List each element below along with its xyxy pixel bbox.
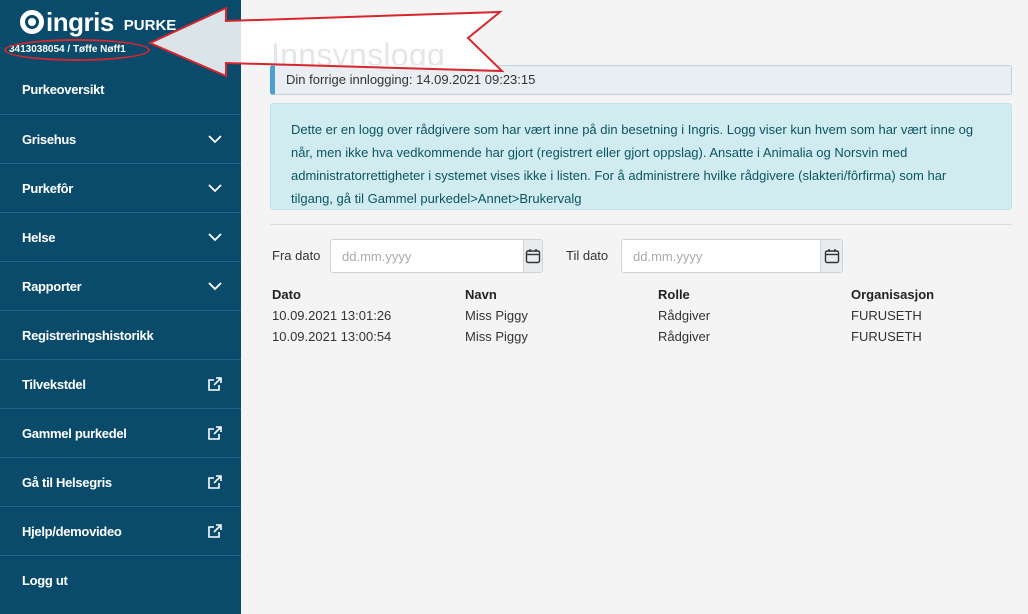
ingris-logo-icon — [20, 10, 44, 34]
last-login-alert: Din forrige innlogging: 14.09.2021 09:23… — [270, 65, 1012, 95]
annotation-ellipse — [4, 39, 150, 61]
sidebar-item-label: Tilvekstdel — [22, 376, 86, 392]
sidebar-item-logg-ut[interactable]: Logg ut — [0, 555, 241, 604]
table-cell: FURUSETH — [851, 329, 922, 344]
info-alert: Dette er en logg over rådgivere som har … — [270, 103, 1012, 210]
chevron-down-icon — [208, 184, 222, 193]
table-cell: 10.09.2021 13:00:54 — [272, 329, 392, 344]
sidebar-item-gammel-purkedel[interactable]: Gammel purkedel — [0, 408, 241, 457]
sidebar-item-tilvekstdel[interactable]: Tilvekstdel — [0, 359, 241, 408]
chevron-down-icon — [208, 282, 222, 291]
sidebar-item-label: Gå til Helsegris — [22, 474, 112, 490]
column-header: Organisasjon — [851, 287, 935, 302]
table-cell: FURUSETH — [851, 308, 922, 323]
chevron-down-icon — [208, 135, 222, 144]
table-cell: Miss Piggy — [465, 308, 528, 323]
sidebar-item-label: Gammel purkedel — [22, 425, 127, 441]
to-date-input[interactable] — [622, 240, 820, 272]
table-cell: Miss Piggy — [465, 329, 528, 344]
from-date-group — [330, 239, 543, 273]
from-date-picker-button[interactable] — [523, 240, 542, 272]
sidebar-item-purkefor[interactable]: Purkefôr — [0, 163, 241, 212]
calendar-icon — [824, 249, 839, 264]
sidebar-item-label: Registreringshistorikk — [22, 327, 154, 343]
sidebar-item-label: Grisehus — [22, 131, 76, 147]
external-link-icon — [208, 426, 222, 440]
sidebar-item-label: Hjelp/demovideo — [22, 523, 122, 539]
sidebar-item-label: Purkeoversikt — [22, 82, 105, 97]
sidebar-item-label: Purkefôr — [22, 180, 74, 196]
sidebar-item-helsegris[interactable]: Gå til Helsegris — [0, 457, 241, 506]
product-name: PURKE — [123, 16, 177, 34]
brand-header: ingris PURKE 3413038054 / Tøffe Nøff1 — [0, 0, 241, 66]
sidebar-item-label: Rapporter — [22, 278, 82, 294]
to-date-group — [621, 239, 843, 273]
column-header: Navn — [465, 287, 497, 302]
sidebar-item-hjelp[interactable]: Hjelp/demovideo — [0, 506, 241, 555]
column-header: Rolle — [658, 287, 690, 302]
to-date-picker-button[interactable] — [820, 240, 842, 272]
table-cell: Rådgiver — [658, 308, 711, 323]
external-link-icon — [208, 524, 222, 538]
brand-name: ingris — [46, 6, 114, 37]
to-date-label: Til dato — [566, 248, 609, 263]
chevron-down-icon — [208, 233, 222, 242]
ingris-logo[interactable]: ingris PURKE — [20, 7, 176, 37]
from-date-input[interactable] — [331, 240, 523, 272]
sidebar: ingris PURKE 3413038054 / Tøffe Nøff1 Pu… — [0, 0, 241, 614]
calendar-icon — [525, 249, 541, 264]
table-header: Dato Navn Rolle Organisasjon — [272, 284, 1028, 305]
sidebar-item-registreringshistorikk[interactable]: Registreringshistorikk — [0, 310, 241, 359]
sidebar-item-purkeoversikt[interactable]: Purkeoversikt — [0, 65, 241, 114]
divider — [270, 224, 1012, 225]
sidebar-item-helse[interactable]: Helse — [0, 212, 241, 261]
from-date-label: Fra dato — [272, 248, 321, 263]
table-cell: 10.09.2021 13:01:26 — [272, 308, 392, 323]
sidebar-item-label: Helse — [22, 229, 56, 245]
table-row: 10.09.2021 13:00:54 Miss Piggy Rådgiver … — [272, 326, 1028, 347]
table-cell: Rådgiver — [658, 329, 711, 344]
external-link-icon — [208, 377, 222, 391]
sidebar-item-rapporter[interactable]: Rapporter — [0, 261, 241, 310]
sidebar-nav: Purkeoversikt Grisehus Purkefôr Helse Ra… — [0, 65, 241, 604]
main-content: Innsynslogg Din forrige innlogging: 14.0… — [241, 0, 1028, 614]
access-log-table: Dato Navn Rolle Organisasjon 10.09.2021 … — [272, 284, 1028, 347]
sidebar-item-label: Logg ut — [22, 572, 68, 588]
table-row: 10.09.2021 13:01:26 Miss Piggy Rådgiver … — [272, 305, 1028, 326]
column-header: Dato — [272, 287, 301, 302]
sidebar-item-grisehus[interactable]: Grisehus — [0, 114, 241, 163]
external-link-icon — [208, 475, 222, 489]
